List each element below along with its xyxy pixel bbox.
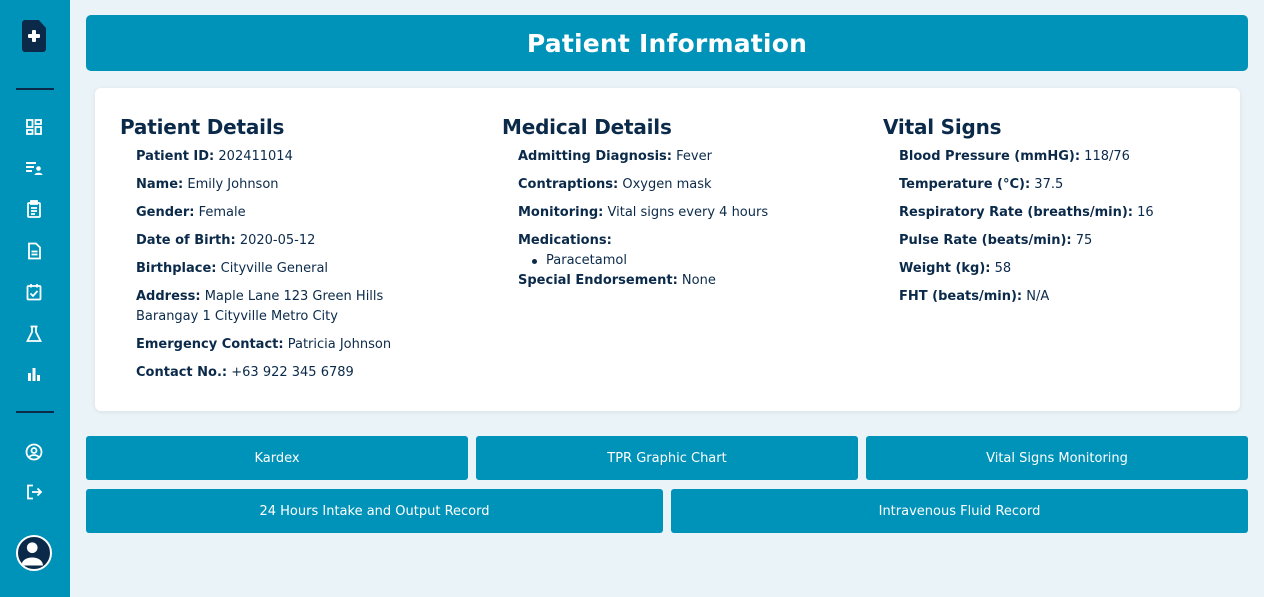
address-row: Address: Maple Lane 123 Green Hills Bara…	[136, 287, 391, 327]
monitoring-row: Monitoring: Vital signs every 4 hours	[518, 203, 768, 223]
contact-no-row: Contact No.: +63 922 345 6789	[136, 363, 391, 383]
patient-list-icon[interactable]	[25, 159, 43, 177]
admitting-diagnosis-row: Admitting Diagnosis: Fever	[518, 147, 768, 167]
field-label: Date of Birth:	[136, 233, 236, 248]
medication-item: Paracetamol	[532, 251, 768, 271]
temperature-value: 37.5	[1034, 177, 1064, 192]
user-avatar[interactable]	[16, 535, 52, 571]
bar-chart-icon[interactable]	[25, 365, 43, 383]
pulse-rate-row: Pulse Rate (beats/min): 75	[899, 231, 1154, 251]
field-label: Name:	[136, 177, 184, 192]
name-row: Name: Emily Johnson	[136, 175, 391, 195]
special-endorsement-row: Special Endorsement: None	[518, 271, 768, 291]
medications-list: Paracetamol	[532, 251, 768, 271]
contraptions-value: Oxygen mask	[622, 177, 712, 192]
address-line2-value: Barangay 1 Cityville Metro City	[136, 309, 338, 324]
birthplace-value: Cityville General	[220, 261, 329, 276]
field-label: Medications:	[518, 233, 612, 248]
dashboard-icon[interactable]	[25, 118, 43, 136]
patient-id-value: 202411014	[218, 149, 293, 164]
field-label: Contraptions:	[518, 177, 619, 192]
contraptions-row: Contraptions: Oxygen mask	[518, 175, 768, 195]
checklist-icon[interactable]	[25, 283, 43, 301]
vital-signs-heading: Vital Signs	[883, 115, 1002, 139]
vital-signs-monitoring-button[interactable]: Vital Signs Monitoring	[866, 436, 1248, 480]
field-label: Special Endorsement:	[518, 273, 678, 288]
temperature-row: Temperature (°C): 37.5	[899, 175, 1154, 195]
address-line1-value: Maple Lane 123 Green Hills	[204, 289, 384, 304]
field-label: Respiratory Rate (breaths/min):	[899, 205, 1134, 220]
vital-signs-section: Vital Signs Blood Pressure (mmHG): 118/7…	[883, 115, 1154, 315]
respiratory-rate-value: 16	[1137, 205, 1154, 220]
sidebar	[0, 0, 70, 597]
field-label: Birthplace:	[136, 261, 217, 276]
document-icon[interactable]	[25, 242, 43, 260]
field-label: Patient ID:	[136, 149, 215, 164]
logo-plus-horizontal	[28, 34, 40, 38]
dob-row: Date of Birth: 2020-05-12	[136, 231, 391, 251]
clipboard-icon[interactable]	[25, 200, 43, 218]
tpr-graphic-chart-button[interactable]: TPR Graphic Chart	[476, 436, 858, 480]
field-label: Emergency Contact:	[136, 337, 284, 352]
weight-row: Weight (kg): 58	[899, 259, 1154, 279]
field-label: Gender:	[136, 205, 195, 220]
blood-pressure-row: Blood Pressure (mmHG): 118/76	[899, 147, 1154, 167]
name-value: Emily Johnson	[187, 177, 279, 192]
intake-output-record-button[interactable]: 24 Hours Intake and Output Record	[86, 489, 663, 533]
fht-value: N/A	[1026, 289, 1050, 304]
kardex-button[interactable]: Kardex	[86, 436, 468, 480]
special-endorsement-value: None	[681, 273, 716, 288]
gender-row: Gender: Female	[136, 203, 391, 223]
emergency-contact-row: Emergency Contact: Patricia Johnson	[136, 335, 391, 355]
field-label: Monitoring:	[518, 205, 604, 220]
blood-pressure-value: 118/76	[1084, 149, 1130, 164]
sidebar-divider	[16, 411, 54, 413]
patient-details-section: Patient Details Patient ID: 202411014 Na…	[120, 115, 391, 391]
field-label: Pulse Rate (beats/min):	[899, 233, 1072, 248]
patient-info-card: Patient Details Patient ID: 202411014 Na…	[95, 88, 1240, 411]
monitoring-value: Vital signs every 4 hours	[607, 205, 769, 220]
admitting-diagnosis-value: Fever	[676, 149, 712, 164]
account-circle-icon[interactable]	[25, 443, 43, 461]
patient-id-row: Patient ID: 202411014	[136, 147, 391, 167]
field-label: Address:	[136, 289, 201, 304]
field-label: Contact No.:	[136, 365, 228, 380]
field-label: Temperature (°C):	[899, 177, 1031, 192]
dob-value: 2020-05-12	[239, 233, 316, 248]
fht-row: FHT (beats/min): N/A	[899, 287, 1154, 307]
birthplace-row: Birthplace: Cityville General	[136, 259, 391, 279]
field-label: FHT (beats/min):	[899, 289, 1023, 304]
contact-no-value: +63 922 345 6789	[231, 365, 354, 380]
field-label: Blood Pressure (mmHG):	[899, 149, 1081, 164]
logout-icon[interactable]	[25, 483, 43, 501]
iv-fluid-record-button[interactable]: Intravenous Fluid Record	[671, 489, 1248, 533]
medical-details-heading: Medical Details	[502, 115, 672, 139]
patient-details-heading: Patient Details	[120, 115, 285, 139]
emergency-contact-value: Patricia Johnson	[287, 337, 392, 352]
user-silhouette-icon	[21, 542, 43, 566]
medical-details-section: Medical Details Admitting Diagnosis: Fev…	[502, 115, 768, 299]
field-label: Admitting Diagnosis:	[518, 149, 672, 164]
weight-value: 58	[994, 261, 1012, 276]
lab-flask-icon[interactable]	[25, 325, 43, 343]
field-label: Weight (kg):	[899, 261, 991, 276]
sidebar-divider	[16, 88, 54, 90]
gender-value: Female	[198, 205, 246, 220]
respiratory-rate-row: Respiratory Rate (breaths/min): 16	[899, 203, 1154, 223]
page-header: Patient Information	[86, 15, 1248, 71]
pulse-rate-value: 75	[1075, 233, 1093, 248]
medical-file-logo-icon[interactable]	[22, 20, 46, 52]
medications-row: Medications:	[518, 231, 768, 251]
page-title: Patient Information	[526, 28, 808, 58]
